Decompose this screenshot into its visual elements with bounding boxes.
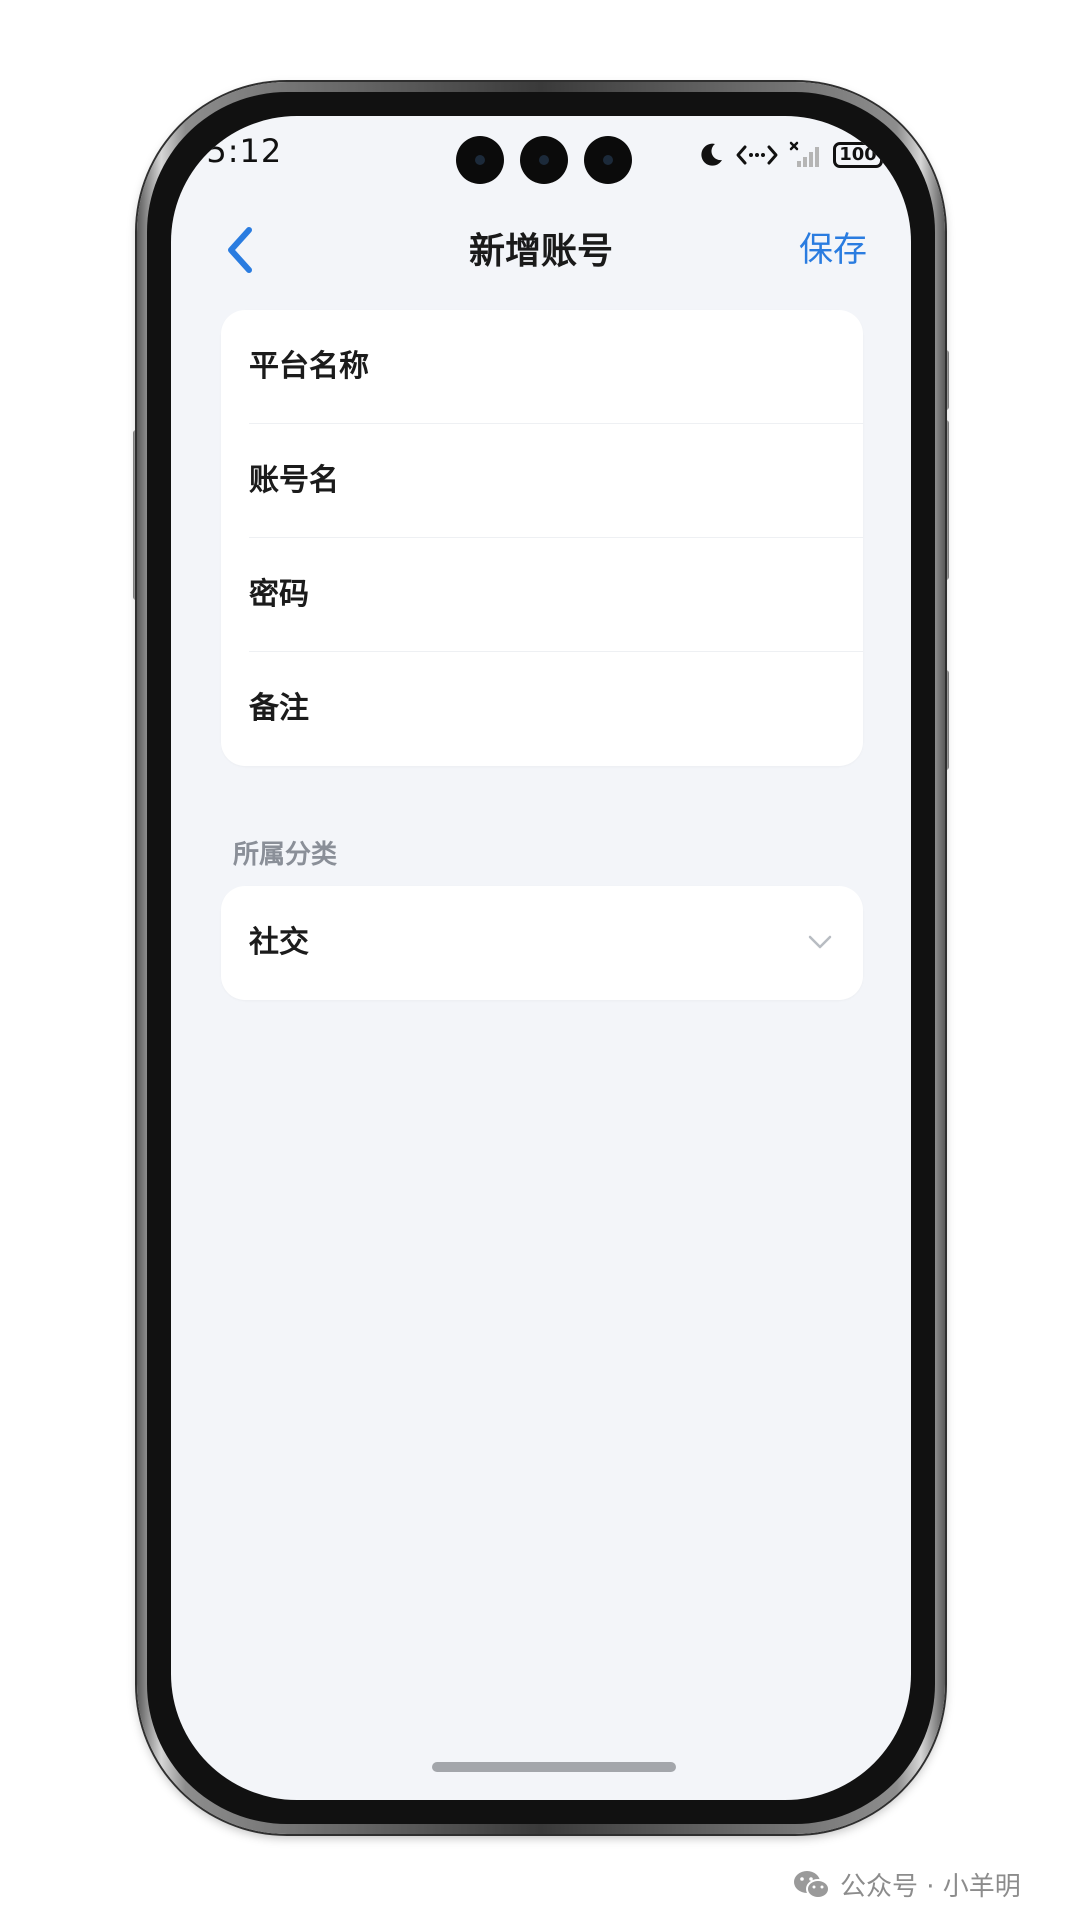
watermark: 公众号 · 小羊明: [792, 1866, 1021, 1903]
category-select[interactable]: 社交: [221, 886, 863, 1000]
save-button[interactable]: 保存: [799, 222, 867, 271]
wechat-icon: [794, 1870, 830, 1899]
camera-icon: [520, 136, 568, 184]
phone-bezel: 05:12 100 新增账号 保存 平台名称 账号名 密码 备注 所属分类 社交: [147, 92, 935, 1824]
phone-frame: 05:12 100 新增账号 保存 平台名称 账号名 密码 备注 所属分类 社交: [137, 82, 945, 1834]
camera-icon: [456, 136, 504, 184]
account-form-card: 平台名称 账号名 密码 备注: [221, 310, 863, 766]
phone-screen: 05:12 100 新增账号 保存 平台名称 账号名 密码 备注 所属分类 社交: [171, 116, 911, 1800]
chevron-down-icon: [808, 935, 832, 949]
platform-name-label: 平台名称: [249, 349, 369, 384]
camera-icon: [584, 136, 632, 184]
moon-icon: [701, 143, 722, 166]
status-time: 05:12: [185, 132, 283, 170]
category-selected-value: 社交: [249, 925, 309, 960]
platform-name-field[interactable]: 平台名称: [221, 310, 863, 424]
password-field[interactable]: 密码: [221, 538, 863, 652]
category-section-label: 所属分类: [233, 840, 338, 870]
page: 05:12 100 新增账号 保存 平台名称 账号名 密码 备注 所属分类 社交…: [0, 0, 1080, 1920]
note-label: 备注: [249, 691, 309, 726]
account-name-field[interactable]: 账号名: [221, 424, 863, 538]
password-label: 密码: [249, 577, 309, 612]
home-indicator[interactable]: [432, 1762, 676, 1772]
account-name-label: 账号名: [249, 463, 339, 498]
battery-icon: 100: [833, 142, 887, 168]
status-icons: 100: [697, 138, 887, 172]
data-transfer-icon: [736, 145, 778, 165]
note-field[interactable]: 备注: [221, 652, 863, 766]
no-signal-icon: [789, 141, 819, 167]
watermark-text: 公众号 · 小羊明: [840, 1872, 1021, 1902]
